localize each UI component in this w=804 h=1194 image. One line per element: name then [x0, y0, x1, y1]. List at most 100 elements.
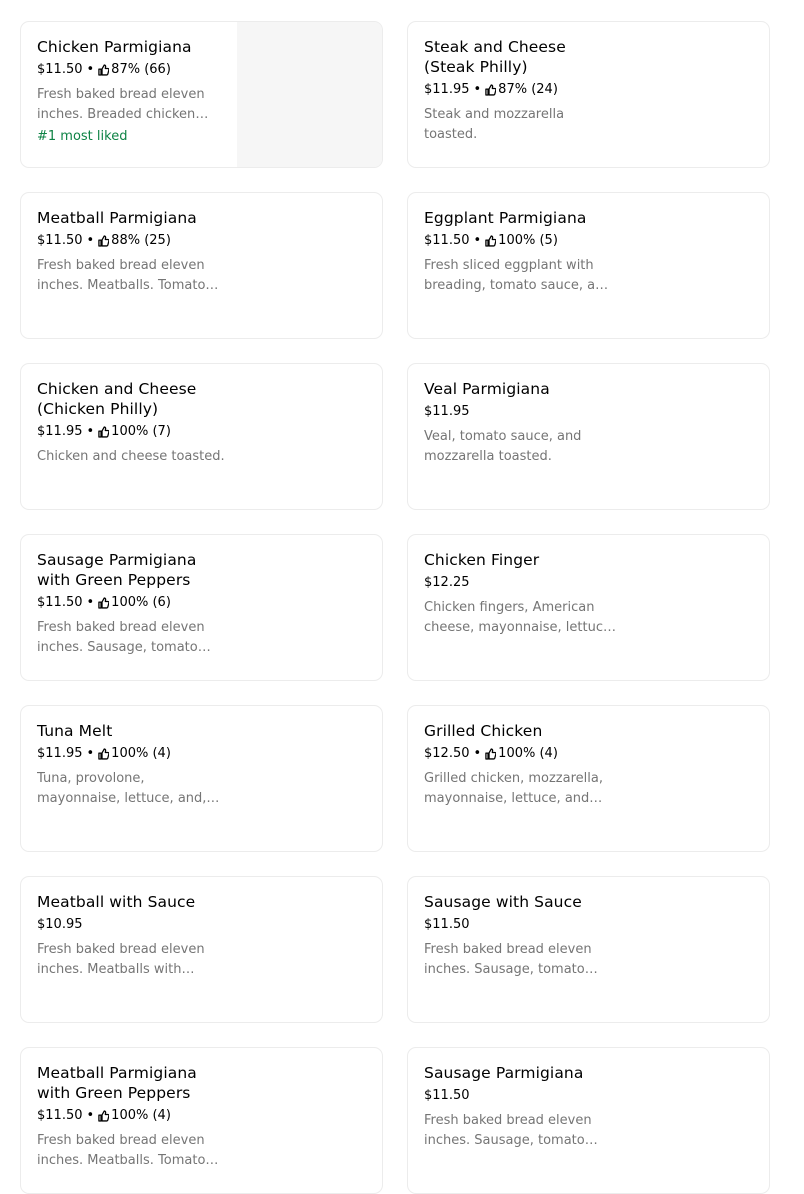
thumbs-up-icon [98, 597, 110, 609]
menu-item-card[interactable]: Meatball Parmigiana $11.50 • 88% (25) Fresh … [20, 192, 383, 339]
menu-item-text: Eggplant Parmigiana $11.50 • 100% (5) Fresh … [424, 208, 616, 296]
menu-item-name: Veal Parmigiana [424, 380, 550, 398]
menu-item-card[interactable]: Meatball with Sauce $10.95 Fresh baked bre… [20, 876, 383, 1023]
menu-item-name: Meatball with Sauce [37, 893, 196, 911]
menu-item-price: $11.95 [424, 82, 470, 97]
menu-item-card[interactable]: Sausage with Sauce $11.50 Fresh baked brea… [407, 876, 770, 1023]
menu-item-description: Fresh baked bread eleven inches. Meatbal… [37, 942, 205, 977]
menu-item-text: Sausage with Sauce $11.50 Fresh baked brea… [424, 892, 616, 980]
menu-item-meta: $11.50 • 100% (4) [37, 1107, 229, 1125]
menu-item-text: Meatball Parmigiana $11.50 • 88% (25) Fresh … [37, 208, 229, 296]
menu-item-text: Steak and Cheese (Steak Philly) $11.95 • 87… [424, 37, 616, 145]
menu-item-name: Eggplant Parmigiana [424, 209, 587, 227]
thumbs-up-icon [98, 426, 110, 438]
menu-item-description: Tuna, provolone, mayonnaise, lettuce, an… [37, 771, 207, 806]
menu-item-rating: 100% (5) [498, 233, 558, 248]
menu-item-description: Fresh baked bread eleven inches. Sausage… [424, 942, 592, 977]
menu-item-text: Meatball with Sauce $10.95 Fresh baked bre… [37, 892, 229, 980]
thumbs-up-icon [98, 64, 110, 76]
menu-item-name: Sausage Parmigiana with Green Peppers [37, 551, 197, 589]
menu-item-price: $11.50 [37, 62, 83, 77]
menu-item-name: Sausage Parmigiana [424, 1064, 584, 1082]
menu-item-price: $12.25 [424, 575, 470, 590]
menu-item-card[interactable]: Steak and Cheese (Steak Philly) $11.95 • 87… [407, 21, 770, 168]
menu-item-card[interactable]: Eggplant Parmigiana $11.50 • 100% (5) Fresh … [407, 192, 770, 339]
meta-separator: • [86, 1108, 95, 1123]
menu-item-rating: 100% (6) [111, 595, 171, 610]
menu-item-price: $11.50 [37, 595, 83, 610]
thumbs-up-icon [98, 1110, 110, 1122]
menu-item-price: $11.50 [424, 917, 470, 932]
menu-item-name: Meatball Parmigiana with Green Peppers [37, 1064, 197, 1102]
menu-item-grid: Chicken Parmigiana $11.50 • 87% (66) Fresh b… [20, 21, 770, 1194]
menu-item-meta: $11.95 • 100% (4) [37, 745, 229, 763]
menu-item-rating: 100% (4) [111, 746, 171, 761]
menu-item-description: Fresh baked bread eleven inches. Sausage… [424, 1113, 592, 1148]
menu-item-price: $11.95 [37, 424, 83, 439]
menu-item-card[interactable]: Veal Parmigiana $11.95 Veal, tomato sauce,… [407, 363, 770, 510]
menu-item-text: Sausage Parmigiana with Green Peppers $11… [37, 550, 229, 658]
meta-separator: • [86, 595, 95, 610]
menu-item-card[interactable]: Grilled Chicken $12.50 • 100% (4) Grilled ch… [407, 705, 770, 852]
menu-item-description: Steak and mozzarella toasted. [424, 107, 565, 142]
menu-item-card[interactable]: Sausage Parmigiana with Green Peppers $11… [20, 534, 383, 681]
menu-item-meta: $12.25 [424, 574, 616, 592]
menu-item-image [237, 22, 382, 167]
menu-item-price: $11.50 [37, 1108, 83, 1123]
thumbs-up-icon [485, 84, 497, 96]
menu-item-name: Grilled Chicken [424, 722, 543, 740]
menu-item-card[interactable]: Tuna Melt $11.95 • 100% (4) Tuna, provolone,… [20, 705, 383, 852]
menu-item-meta: $11.50 • 88% (25) [37, 232, 229, 250]
menu-item-price: $11.50 [37, 233, 83, 248]
menu-item-meta: $11.50 [424, 1087, 616, 1105]
menu-item-description: Fresh baked bread eleven inches. Meatbal… [37, 258, 206, 293]
menu-item-description: Fresh baked bread eleven inches. Meatbal… [37, 1133, 206, 1168]
menu-item-rating: 100% (7) [111, 424, 171, 439]
menu-item-meta: $10.95 [37, 916, 229, 934]
menu-item-name: Chicken and Cheese (Chicken Philly) [37, 380, 197, 418]
menu-item-meta: $11.50 • 100% (6) [37, 594, 229, 612]
thumbs-up-icon [485, 235, 497, 247]
menu-item-card[interactable]: Meatball Parmigiana with Green Peppers $1… [20, 1047, 383, 1194]
meta-separator: • [473, 82, 482, 97]
menu-item-rating: 87% (66) [111, 62, 171, 77]
meta-separator: • [86, 233, 95, 248]
menu-item-card[interactable]: Chicken Parmigiana $11.50 • 87% (66) Fresh b… [20, 21, 383, 168]
menu-item-name: Meatball Parmigiana [37, 209, 197, 227]
thumbs-up-icon [98, 748, 110, 760]
meta-separator: • [86, 746, 95, 761]
menu-item-text: Chicken Finger $12.25 Chicken fingers, Ame… [424, 550, 616, 638]
menu-item-price: $11.50 [424, 233, 470, 248]
menu-item-meta: $11.95 • 87% (24) [424, 81, 616, 99]
menu-item-price: $12.50 [424, 746, 470, 761]
menu-item-description: Grilled chicken, mozzarella, mayonnaise,… [424, 771, 603, 806]
menu-item-text: Veal Parmigiana $11.95 Veal, tomato sauce,… [424, 379, 616, 467]
meta-separator: • [473, 233, 482, 248]
menu-item-name: Tuna Melt [37, 722, 113, 740]
menu-item-card[interactable]: Chicken and Cheese (Chicken Philly) $11.9… [20, 363, 383, 510]
menu-item-description: Fresh sliced eggplant with breading, tom… [424, 258, 612, 293]
menu-item-name: Steak and Cheese (Steak Philly) [424, 38, 566, 76]
menu-item-meta: $11.95 • 100% (7) [37, 423, 229, 441]
menu-item-price: $11.95 [424, 404, 470, 419]
meta-separator: • [86, 62, 95, 77]
menu-item-meta: $12.50 • 100% (4) [424, 745, 616, 763]
menu-item-rating: 100% (4) [498, 746, 558, 761]
menu-item-text: Meatball Parmigiana with Green Peppers $1… [37, 1063, 229, 1171]
thumbs-up-icon [98, 235, 110, 247]
menu-item-description: Fresh baked bread eleven inches. Sausage… [37, 620, 205, 655]
menu-item-description: Veal, tomato sauce, and mozzarella toast… [424, 429, 582, 464]
menu-item-card[interactable]: Sausage Parmigiana $11.50 Fresh baked brea… [407, 1047, 770, 1194]
menu-item-name: Chicken Finger [424, 551, 540, 569]
menu-item-text: Chicken Parmigiana $11.50 • 87% (66) Fresh b… [37, 37, 229, 147]
meta-separator: • [473, 746, 482, 761]
menu-item-rating: 88% (25) [111, 233, 171, 248]
menu-item-rating: 100% (4) [111, 1108, 171, 1123]
thumbs-up-icon [485, 748, 497, 760]
menu-item-meta: $11.50 [424, 916, 616, 934]
menu-item-price: $10.95 [37, 917, 83, 932]
menu-item-meta: $11.50 • 100% (5) [424, 232, 616, 250]
menu-item-text: Tuna Melt $11.95 • 100% (4) Tuna, provolone,… [37, 721, 229, 809]
menu-item-card[interactable]: Chicken Finger $12.25 Chicken fingers, Ame… [407, 534, 770, 681]
menu-item-name: Sausage with Sauce [424, 893, 582, 911]
